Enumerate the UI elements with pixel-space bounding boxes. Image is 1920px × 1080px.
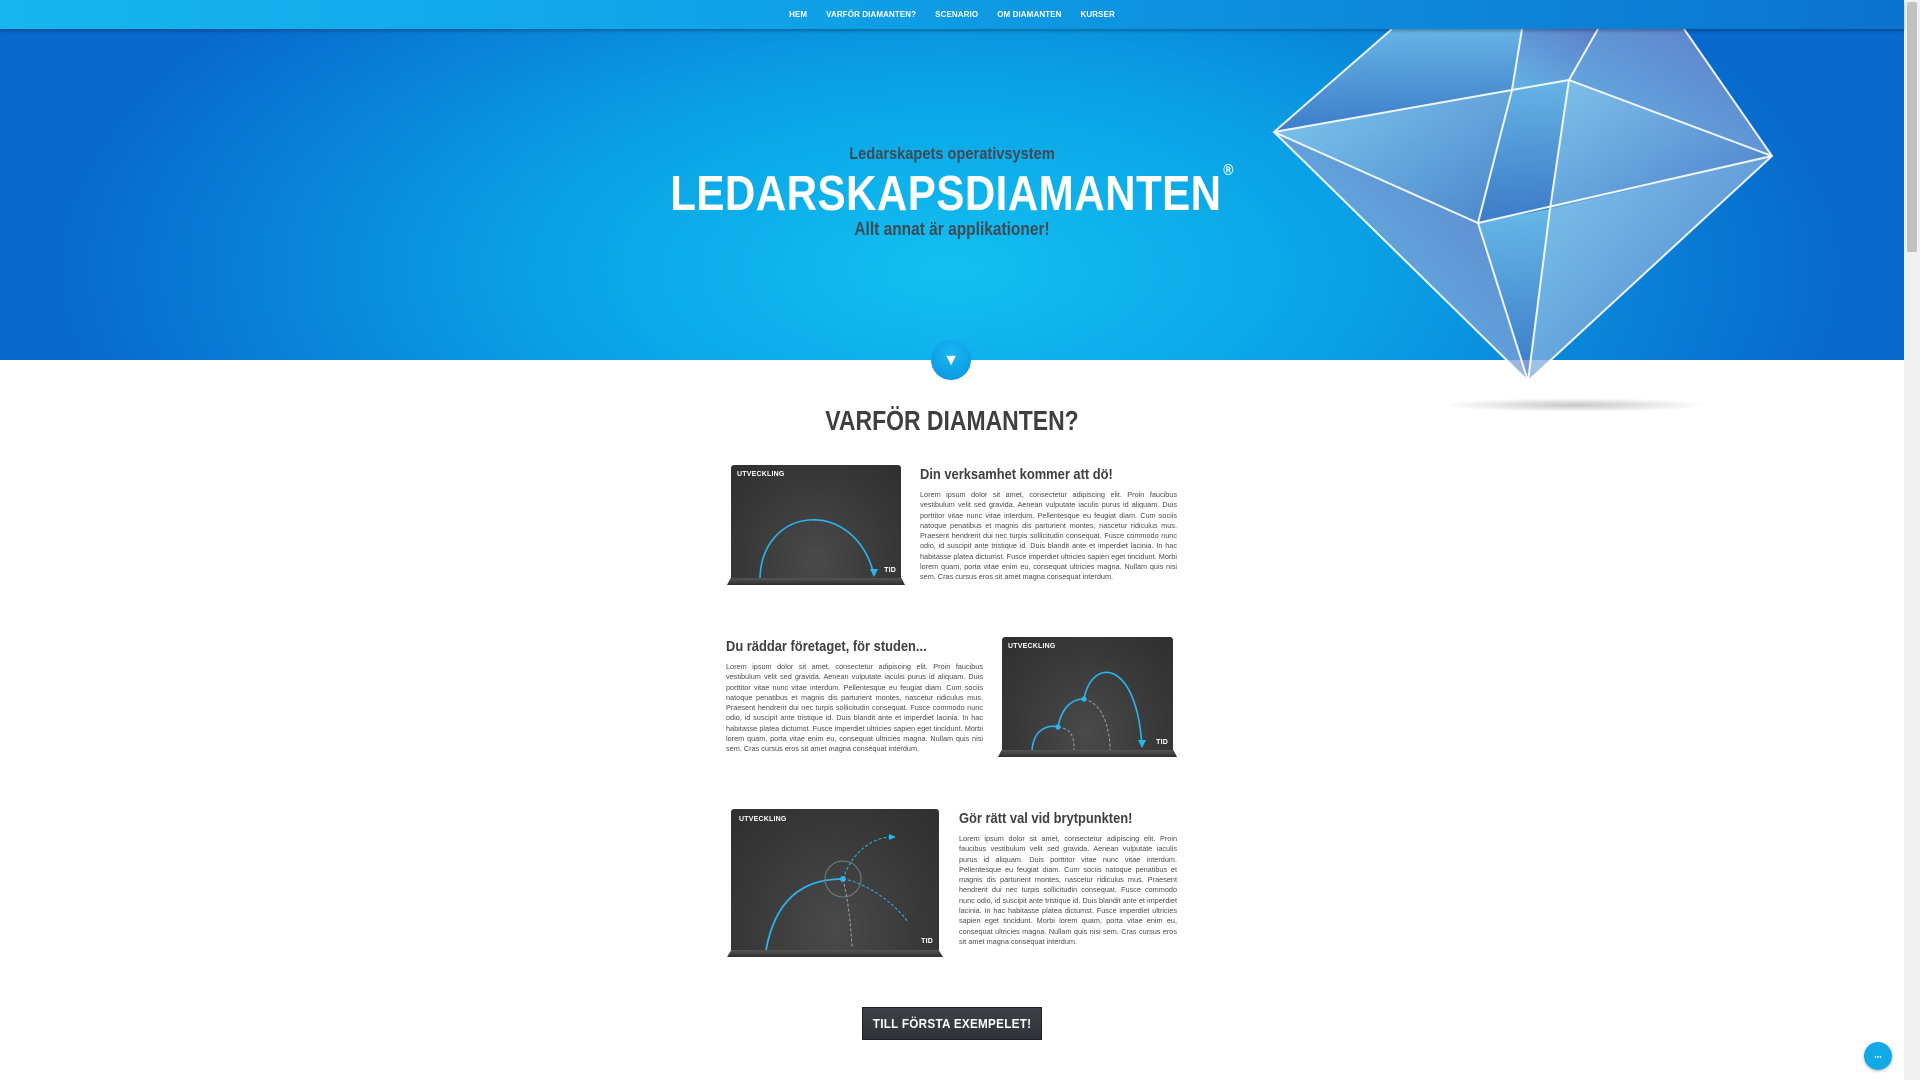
triangle-down-icon: ▼ xyxy=(943,352,959,369)
laptop-base xyxy=(998,750,1177,757)
feature-title: Din verksamhet kommer att dö! xyxy=(920,466,1113,483)
hero-title-text: LEDARSKAPSDIAMANTEN xyxy=(670,167,1222,221)
scroll-down-button[interactable]: ▼ xyxy=(931,340,971,380)
vertical-scrollbar[interactable] xyxy=(1904,0,1920,1080)
breakpoint-curves xyxy=(765,834,908,950)
registered-mark: ® xyxy=(1223,161,1234,179)
feature-body: Lorem ipsum dolor sit amet, consectetur … xyxy=(920,490,1177,582)
nav-item-hem[interactable]: HEM xyxy=(789,10,807,19)
chart-screen: UTVECKLING TID xyxy=(731,465,901,578)
laptop-base xyxy=(727,950,943,957)
diamond-graphic xyxy=(1272,28,1774,383)
chat-widget-button[interactable]: ●●● xyxy=(1864,1042,1892,1070)
growth-decline-curve xyxy=(759,519,878,578)
nav-item-scenario[interactable]: SCENARIO xyxy=(935,10,978,19)
feature-title: Gör rätt val vid brytpunkten! xyxy=(959,810,1133,827)
chat-icon: ●●● xyxy=(1874,1053,1882,1059)
nav-item-om-diamanten[interactable]: OM DIAMANTEN xyxy=(997,10,1061,19)
feature-body: Lorem ipsum dolor sit amet, consectetur … xyxy=(726,662,983,754)
first-example-button-label: TILL FÖRSTA EXEMPELET! xyxy=(872,1016,1032,1031)
first-example-button[interactable]: TILL FÖRSTA EXEMPELET! xyxy=(862,1007,1042,1040)
rescue-curves xyxy=(1031,671,1146,750)
nav-item-kurser[interactable]: KURSER xyxy=(1081,10,1115,19)
scrollbar-thumb[interactable] xyxy=(1907,2,1917,252)
top-navigation: HEM VARFÖR DIAMANTEN? SCENARIO OM DIAMAN… xyxy=(0,0,1904,29)
chart-screen: UTVECKLING TID xyxy=(1002,637,1173,750)
feature-title: Du räddar företaget, för studen... xyxy=(726,638,927,655)
nav-item-varfor-diamanten[interactable]: VARFÖR DIAMANTEN? xyxy=(826,10,916,19)
chart-screen: UTVECKLING TID xyxy=(731,809,939,950)
feature-body: Lorem ipsum dolor sit amet, consectetur … xyxy=(959,834,1177,946)
laptop-base xyxy=(727,578,905,585)
